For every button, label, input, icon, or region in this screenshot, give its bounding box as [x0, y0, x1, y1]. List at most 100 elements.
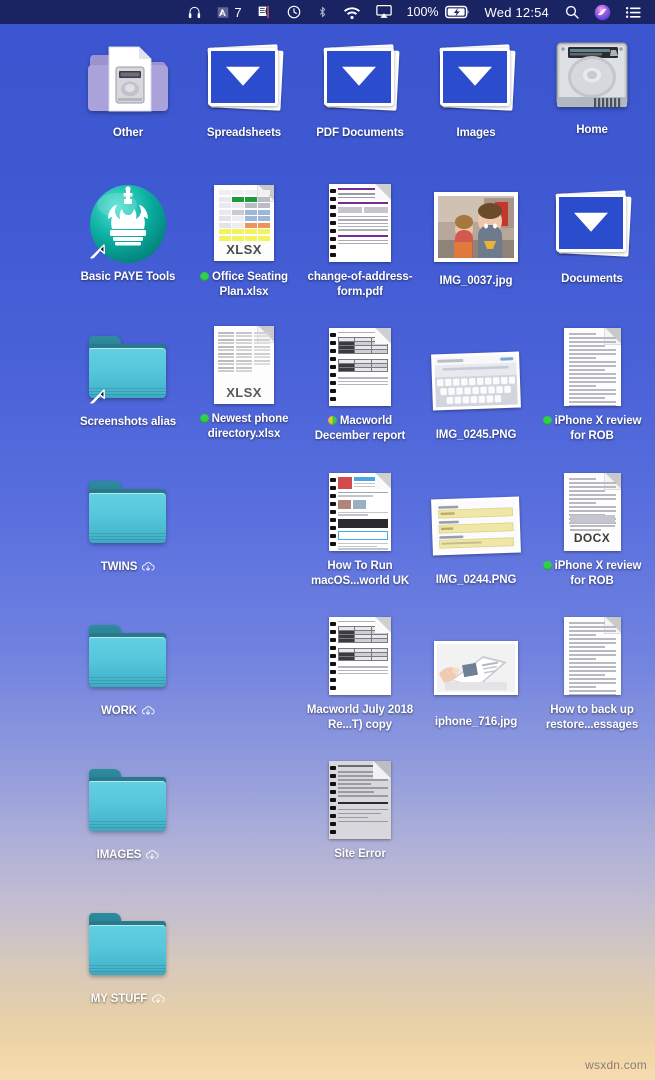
icon-label: Macworld July 2018 Re...T) copy: [306, 704, 414, 731]
icon-label: Office Seating Plan.xlsx: [186, 270, 302, 299]
icon-label: Screenshots alias: [79, 416, 177, 428]
adobe-icon[interactable]: 7: [209, 0, 248, 24]
tag-dot-green: [200, 272, 210, 281]
desktop-icon-site-error[interactable]: Site Error: [302, 757, 418, 862]
desktop-icon-twins[interactable]: TWINS: [70, 470, 186, 577]
desktop-icon-how-to-back-up[interactable]: How to back up restore...essages: [534, 613, 650, 732]
alias-arrow-icon: [87, 385, 109, 407]
desktop-icon-change-of-address-form[interactable]: change-of-address-form.pdf: [302, 180, 418, 299]
bound-webpage-document-icon: [317, 469, 403, 555]
icon-label: iPhone X review for ROB: [534, 559, 650, 588]
desktop-icon-images-stack[interactable]: Images: [418, 36, 534, 141]
desktop-icon-documents[interactable]: Documents: [534, 182, 650, 287]
desktop-icon-iphonex-review-pages[interactable]: iPhone X review for ROB: [534, 324, 650, 443]
desktop-icon-iphone-716[interactable]: iphone_716.jpg: [418, 625, 534, 730]
bluetooth-icon[interactable]: [309, 0, 336, 24]
icon-label-text: MY STUFF: [90, 993, 148, 1005]
desktop-icon-macworld-july-copy[interactable]: Macworld July 2018 Re...T) copy: [302, 613, 418, 732]
icon-label: IMG_0244.PNG: [435, 574, 517, 586]
icon-label-text: iPhone X review for ROB: [554, 415, 642, 442]
desktop-icon-basic-paye-tools[interactable]: Basic PAYE Tools: [70, 180, 186, 285]
bound-gray-document-icon: [317, 757, 403, 843]
search-icon[interactable]: [557, 0, 587, 24]
desktop-icon-spreadsheets[interactable]: Spreadsheets: [186, 36, 302, 141]
desktop-icon-images-folder[interactable]: IMAGES: [70, 758, 186, 865]
text-document-icon: [549, 613, 635, 699]
desktop[interactable]: 7 100% Wed 12:54 Other Spreadsheets PDF …: [0, 0, 655, 1080]
desktop-icon-img-0037[interactable]: IMG_0037.jpg: [418, 184, 534, 289]
tag-dot-green: [199, 414, 209, 423]
icon-label: IMG_0245.PNG: [435, 429, 517, 441]
icon-label: iphone_716.jpg: [434, 716, 518, 728]
screenshot-keyboard-thumbnail-icon: [431, 338, 521, 424]
icloud-download-icon: [141, 561, 155, 577]
icon-label: change-of-address-form.pdf: [307, 271, 413, 298]
desktop-icon-home[interactable]: Home: [534, 33, 650, 138]
battery-status[interactable]: 100%: [400, 0, 477, 24]
smart-folder-stack-icon: [433, 36, 519, 122]
desktop-icon-how-to-run-macos[interactable]: How To Run macOS...world UK: [302, 469, 418, 588]
screenshot-form-thumbnail-icon: [431, 483, 521, 569]
desktop-icon-screenshots-alias[interactable]: Screenshots alias: [70, 325, 186, 430]
icon-label: iPhone X review for ROB: [534, 414, 650, 443]
desktop-icon-img-0245[interactable]: IMG_0245.PNG: [418, 338, 534, 443]
desktop-icon-newest-phone-directory[interactable]: XLSX Newest phone directory.xlsx: [186, 322, 302, 441]
paye-crown-app-icon: [85, 180, 171, 266]
folder-icon: [85, 325, 171, 411]
desktop-icon-work[interactable]: WORK: [70, 614, 186, 721]
docx-document-icon: DOCX: [549, 469, 635, 555]
icon-label: Images: [456, 127, 496, 139]
folder-icon: [85, 614, 171, 700]
icon-label-text: Newest phone directory.xlsx: [207, 413, 289, 440]
folder-icon: [85, 758, 171, 844]
desktop-icon-img-0244[interactable]: IMG_0244.PNG: [418, 483, 534, 588]
icon-label: PDF Documents: [316, 127, 404, 139]
alias-arrow-icon: [87, 240, 109, 262]
wifi-icon[interactable]: [336, 0, 368, 24]
icon-label: IMG_0037.jpg: [439, 275, 513, 287]
icon-label: Site Error: [334, 848, 386, 860]
icon-label: Macworld December report: [302, 414, 418, 443]
xlsx-document-icon: XLSX: [201, 180, 287, 266]
desktop-icon-macworld-december-report[interactable]: Macworld December report: [302, 324, 418, 443]
folder-icon: [85, 470, 171, 556]
airplay-icon[interactable]: [368, 0, 400, 24]
tag-dot-dual: [327, 416, 337, 425]
icon-label: WORK: [101, 704, 155, 721]
smart-folder-stack-icon: [549, 182, 635, 268]
icon-label: Documents: [561, 273, 623, 285]
tag-dot-green: [542, 416, 552, 425]
headphones-icon[interactable]: [180, 0, 209, 24]
desktop-icon-iphonex-review-docx[interactable]: DOCX iPhone X review for ROB: [534, 469, 650, 588]
icon-label-text: IMAGES: [96, 849, 142, 861]
icon-label: How to back up restore...essages: [545, 704, 639, 731]
icon-label-text: Office Seating Plan.xlsx: [212, 271, 288, 298]
desktop-icon-other[interactable]: Other: [70, 36, 186, 141]
battery-percent-label: 100%: [406, 5, 439, 19]
desktop-icon-office-seating-plan[interactable]: XLSX Office Seating Plan.xlsx: [186, 180, 302, 299]
icon-label: Newest phone directory.xlsx: [186, 412, 302, 441]
icon-label: Home: [576, 124, 608, 136]
icloud-download-icon: [151, 993, 165, 1009]
watermark: wsxdn.com: [585, 1058, 647, 1072]
flagged-doc-icon[interactable]: [249, 0, 279, 24]
xlsx-dense-document-icon: XLSX: [201, 322, 287, 408]
clock[interactable]: Wed 12:54: [477, 0, 557, 24]
icon-label: Basic PAYE Tools: [80, 271, 176, 283]
bound-table-document-icon: [317, 324, 403, 410]
photo-ipad-thumbnail-icon: [433, 625, 519, 711]
other-folder-icon: [85, 36, 171, 122]
desktop-icon-pdf-documents[interactable]: PDF Documents: [302, 36, 418, 141]
siri-icon[interactable]: [587, 0, 618, 24]
folder-icon: [85, 902, 171, 988]
icon-label: Spreadsheets: [206, 127, 282, 139]
desktop-icon-my-stuff[interactable]: MY STUFF: [70, 902, 186, 1009]
icon-label-text: WORK: [100, 705, 137, 717]
smart-folder-stack-icon: [201, 36, 287, 122]
icon-label-text: TWINS: [100, 561, 138, 573]
bound-table-document-icon: [317, 613, 403, 699]
notification-center-icon[interactable]: [618, 0, 649, 24]
time-machine-icon[interactable]: [279, 0, 309, 24]
adobe-badge-count: 7: [234, 4, 242, 20]
icon-label: IMAGES: [97, 848, 160, 865]
